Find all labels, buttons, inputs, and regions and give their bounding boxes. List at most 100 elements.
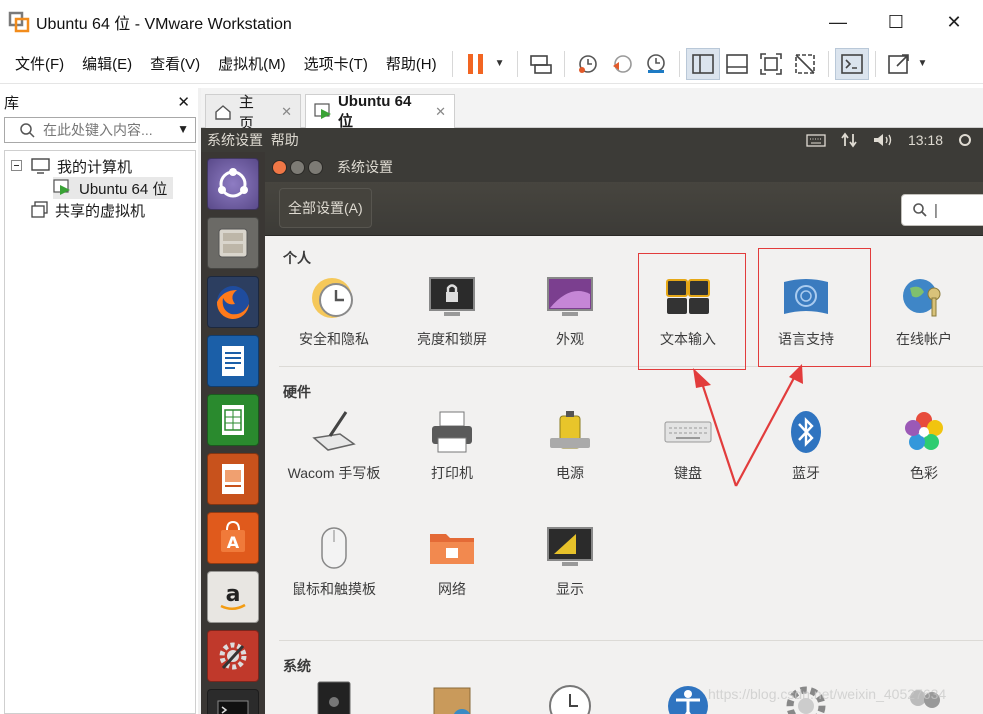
tree-item-my-computer[interactable]: 我的计算机: [11, 155, 132, 177]
clock-icon: [546, 680, 594, 714]
tab-ubuntu[interactable]: Ubuntu 64 位 ✕: [305, 93, 455, 130]
tree-label-my-computer: 我的计算机: [57, 158, 133, 176]
libreoffice-writer-icon[interactable]: [207, 335, 259, 387]
library-header: 库 ✕: [0, 88, 198, 116]
session-gear-icon[interactable]: [957, 132, 973, 148]
ubuntu-app-menu[interactable]: 系统设置 帮助: [201, 130, 299, 150]
keyboard-indicator-icon[interactable]: [806, 133, 826, 147]
tree-item-ubuntu-vm[interactable]: Ubuntu 64 位: [53, 177, 174, 199]
settings-item-details[interactable]: [393, 680, 511, 714]
show-library-icon[interactable]: [685, 47, 720, 80]
ubuntu-launcher: A a: [201, 152, 265, 714]
window-minimize-button[interactable]: [290, 159, 305, 175]
svg-text:A: A: [227, 533, 240, 552]
amazon-icon[interactable]: a: [207, 571, 259, 623]
window-maximize-button[interactable]: [308, 159, 323, 175]
dash-home-icon[interactable]: [207, 158, 259, 210]
snapshot-manager-icon[interactable]: [639, 48, 673, 80]
tab-strip: 主页 ✕ Ubuntu 64 位 ✕: [201, 88, 983, 132]
minimize-button[interactable]: —: [809, 0, 867, 44]
chevron-down-icon[interactable]: ▼: [918, 58, 928, 69]
highlight-box-text-entry: [638, 253, 746, 370]
tree-item-shared-vms[interactable]: 共享的虚拟机: [31, 199, 145, 221]
menu-vm[interactable]: 虚拟机(M): [209, 53, 295, 74]
toolbar-separator: [827, 50, 829, 77]
settings-item-power[interactable]: 电源: [511, 408, 629, 485]
terminal-icon[interactable]: [207, 689, 259, 714]
settings-item-network[interactable]: 网络: [393, 524, 511, 601]
toolbar-separator: [678, 50, 680, 77]
settings-item-color[interactable]: 色彩: [865, 408, 983, 485]
unity-icon[interactable]: [788, 48, 822, 80]
library-close-button[interactable]: ✕: [177, 93, 190, 111]
fullscreen-icon[interactable]: [754, 48, 788, 80]
settings-search-input[interactable]: |: [901, 194, 983, 226]
watermark-text: https://blog.csdn.net/weixin_40527634: [708, 686, 947, 702]
settings-titlebar: 系统设置: [265, 152, 983, 182]
window-title: Ubuntu 64 位 - VMware Workstation: [36, 16, 292, 33]
window-titlebar: Ubuntu 64 位 - VMware Workstation — ☐ ✕: [0, 0, 983, 44]
close-button[interactable]: ✕: [925, 0, 983, 44]
system-settings-icon[interactable]: [207, 630, 259, 682]
settings-item-wacom-tablet[interactable]: Wacom 手写板: [275, 408, 393, 485]
firefox-icon[interactable]: [207, 276, 259, 328]
snapshot-icon[interactable]: [571, 48, 605, 80]
window-close-button[interactable]: [272, 159, 287, 175]
tab-home[interactable]: 主页 ✕: [205, 94, 301, 132]
settings-item-mouse-touchpad[interactable]: 鼠标和触摸板: [275, 524, 393, 601]
send-ctrl-alt-del-icon[interactable]: [524, 48, 558, 80]
chevron-down-icon[interactable]: ▼: [177, 122, 189, 136]
libreoffice-impress-icon[interactable]: [207, 453, 259, 505]
settings-item-bluetooth[interactable]: 蓝牙: [747, 408, 865, 485]
bluetooth-icon: [782, 408, 830, 456]
search-icon: [20, 123, 35, 138]
search-icon: [913, 203, 927, 217]
toolbar-separator: [874, 50, 876, 77]
settings-item-appearance[interactable]: 外观: [511, 274, 629, 351]
libreoffice-calc-icon[interactable]: [207, 394, 259, 446]
toolbar-separator: [451, 50, 453, 77]
thumbnail-bar-icon[interactable]: [720, 48, 754, 80]
menu-help[interactable]: 帮助(H): [377, 53, 446, 74]
menubar: 文件(F) 编辑(E) 查看(V) 虚拟机(M) 选项卡(T) 帮助(H) ▼ …: [0, 44, 983, 84]
keyboard-icon: [664, 408, 712, 456]
clock[interactable]: 13:18: [908, 132, 943, 148]
vm-running-icon: [314, 103, 331, 119]
vm-display[interactable]: 系统设置 帮助 13:18 A a 系统设置 全部设置(A) | 个人 安全和隐…: [201, 128, 983, 714]
all-settings-button[interactable]: 全部设置(A): [279, 188, 372, 228]
settings-item-backups[interactable]: [275, 680, 393, 714]
settings-item-keyboard[interactable]: 键盘: [629, 408, 747, 485]
settings-item-security-privacy[interactable]: 安全和隐私: [275, 274, 393, 351]
highlight-box-language-support: [758, 248, 871, 367]
revert-snapshot-icon[interactable]: [605, 48, 639, 80]
files-icon[interactable]: [207, 217, 259, 269]
settings-item-displays[interactable]: 显示: [511, 524, 629, 601]
wacom-tablet-icon: [310, 408, 358, 456]
menu-edit[interactable]: 编辑(E): [73, 53, 141, 74]
section-divider: [279, 366, 983, 367]
chevron-down-icon[interactable]: ▼: [495, 58, 505, 69]
display-icon: [546, 524, 594, 572]
settings-item-time-date[interactable]: [511, 680, 629, 714]
network-indicator-icon[interactable]: [840, 132, 858, 148]
software-center-icon[interactable]: A: [207, 512, 259, 564]
pause-icon[interactable]: [459, 48, 493, 80]
settings-item-brightness-lock[interactable]: 亮度和锁屏: [393, 274, 511, 351]
section-divider: [279, 640, 983, 641]
tab-close-icon[interactable]: ✕: [281, 104, 292, 120]
maximize-button[interactable]: ☐: [867, 0, 925, 44]
volume-icon[interactable]: [872, 132, 894, 148]
settings-item-printers[interactable]: 打印机: [393, 408, 511, 485]
menu-tabs[interactable]: 选项卡(T): [295, 53, 377, 74]
toolbar-separator: [563, 50, 565, 77]
console-view-icon[interactable]: [834, 47, 869, 80]
collapse-icon[interactable]: [11, 160, 23, 172]
tab-close-icon[interactable]: ✕: [435, 104, 446, 120]
menu-file[interactable]: 文件(F): [6, 53, 73, 74]
library-search-placeholder: 在此处键入内容...: [43, 122, 153, 138]
menu-view[interactable]: 查看(V): [141, 53, 209, 74]
settings-item-online-accounts[interactable]: 在线帐户: [865, 274, 983, 351]
vm-running-icon: [53, 179, 70, 195]
library-search-input[interactable]: 在此处键入内容... ▼: [4, 117, 196, 143]
stretch-guest-icon[interactable]: [882, 48, 916, 80]
